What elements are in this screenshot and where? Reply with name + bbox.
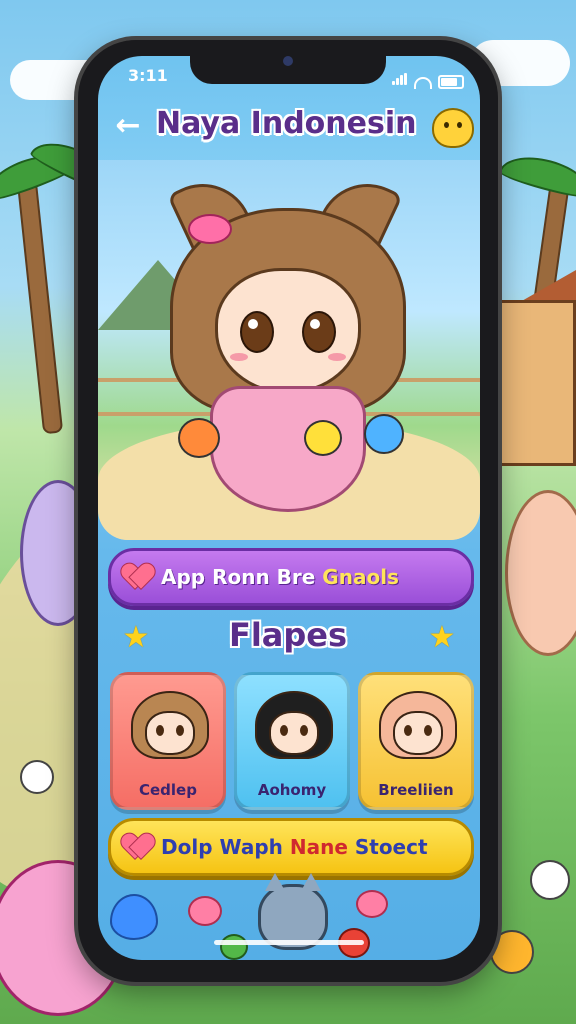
blue-pet-icon: [364, 414, 404, 454]
character-portrait: [131, 685, 209, 765]
hair-bow-icon: [188, 214, 232, 244]
blue-heart-icon: [110, 894, 158, 940]
back-arrow-icon[interactable]: ←: [110, 108, 146, 144]
character-card-breeliien[interactable]: Breeliien: [358, 672, 474, 810]
right-side-character: [505, 490, 576, 656]
primary-action-label: App Ronn Bre Gnaols: [161, 565, 399, 589]
character-face: [215, 268, 361, 394]
primary-action-button[interactable]: App Ronn Bre Gnaols: [108, 548, 474, 606]
secondary-action-label: Dolp Waph Nane Stoect: [161, 835, 428, 859]
wifi-icon: [414, 77, 432, 89]
house: [490, 300, 576, 466]
character-dress: [210, 386, 366, 512]
palm-tree-trunk: [16, 179, 64, 435]
flower: [20, 760, 54, 794]
signal-icon: [392, 70, 408, 89]
flower: [530, 860, 570, 900]
character-name: Breeliien: [378, 781, 454, 799]
character-portrait: [379, 685, 457, 765]
character-name: Cedlep: [139, 781, 197, 799]
page-title: Naya Indonesin: [156, 106, 417, 141]
palm-leaf: [497, 148, 576, 202]
character-card-cedlep[interactable]: Cedlep: [110, 672, 226, 810]
green-fruit-icon: [220, 934, 248, 960]
front-camera-icon: [283, 56, 293, 66]
portrait-face: [145, 711, 195, 755]
pink-heart-icon: [188, 896, 222, 926]
heart-icon: [123, 834, 151, 860]
battery-icon: [438, 75, 464, 89]
chick-mascot-icon[interactable]: [432, 108, 474, 148]
status-icons: [392, 70, 464, 89]
character-portrait: [255, 685, 333, 765]
blush: [328, 353, 346, 361]
portrait-face: [269, 711, 319, 755]
portrait-face: [393, 711, 443, 755]
character-name: Aohomy: [257, 781, 327, 799]
orange-pet-icon: [178, 418, 220, 458]
home-indicator[interactable]: [214, 940, 364, 945]
heart-icon: [123, 564, 151, 590]
pink-heart-icon: [356, 890, 388, 918]
phone-notch: [190, 44, 386, 84]
character-card-aohomy[interactable]: Aohomy: [234, 672, 350, 810]
yellow-pet-icon: [304, 420, 342, 456]
main-character-girl[interactable]: [160, 167, 410, 518]
eye-left: [240, 311, 274, 353]
secondary-action-button[interactable]: Dolp Waph Nane Stoect: [108, 818, 474, 876]
star-icon: ★: [428, 620, 456, 655]
section-title: Flapes: [228, 616, 348, 654]
eye-right: [302, 311, 336, 353]
status-time: 3:11: [128, 66, 168, 85]
blush: [230, 353, 248, 361]
star-icon: ★: [122, 620, 150, 655]
